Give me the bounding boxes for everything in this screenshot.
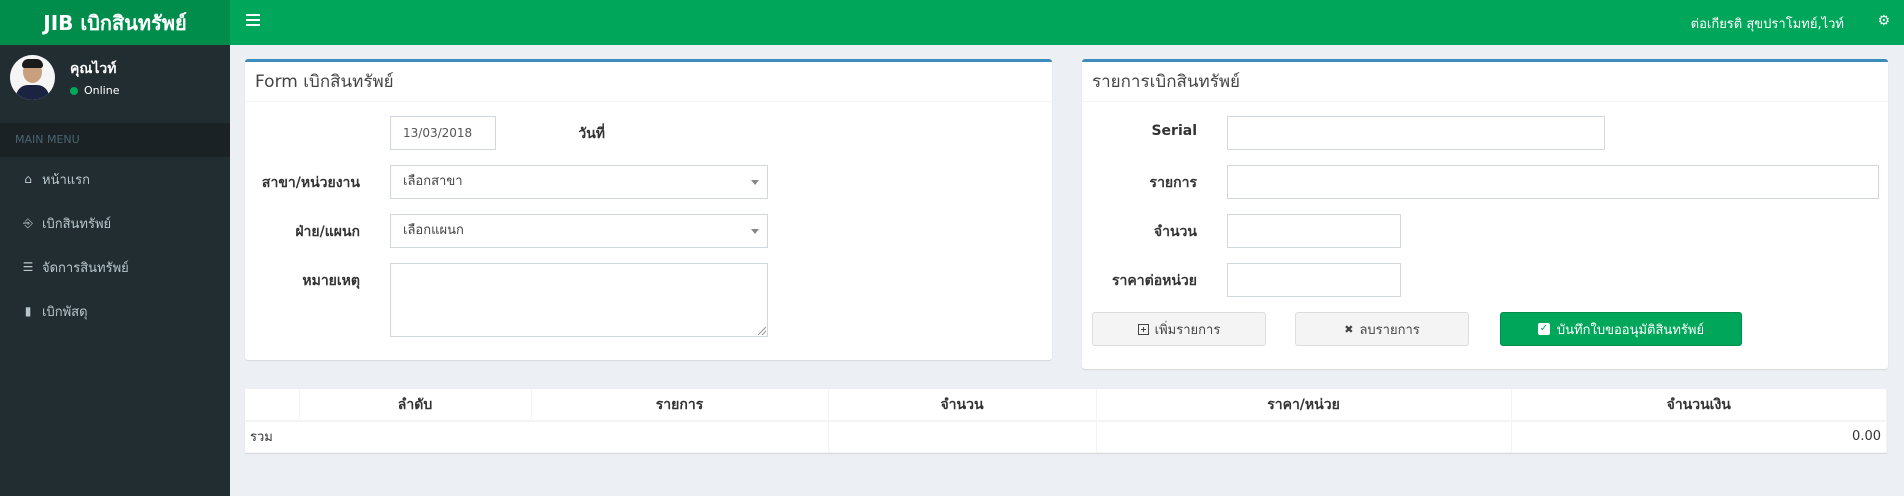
sidebar-item-supplies[interactable]: ▮ เบิกพัสดุ — [0, 289, 230, 333]
cogs-icon[interactable]: ⚙ — [1877, 11, 1890, 31]
dept-select[interactable]: เลือกแผนก — [390, 214, 768, 248]
table-header-row: ลำดับ รายการ จำนวน ราคา/หน่วย จำนวนเงิน — [245, 389, 1887, 422]
user-panel: คุณไวท์ Online — [0, 45, 230, 123]
times-icon: ✖ — [1344, 322, 1354, 336]
branch-selected-value: เลือกสาขา — [403, 174, 463, 189]
serial-label: Serial — [1151, 123, 1197, 139]
qty-label: จำนวน — [1153, 224, 1197, 240]
total-qty-cell — [828, 421, 1097, 453]
sidebar-item-label: เบิกสินทรัพย์ — [42, 216, 112, 232]
add-item-label: เพิ่มรายการ — [1154, 322, 1221, 338]
top-navbar: ต่อเกียรติ สุขปราโมทย์,ไวท์ ⚙ — [230, 0, 1904, 45]
item-field[interactable] — [1227, 165, 1879, 199]
app-logo[interactable]: JIB เบิกสินทรัพย์ — [0, 0, 230, 45]
price-label: ราคาต่อหน่วย — [1112, 273, 1197, 289]
items-panel-title: รายการเบิกสินทรัพย์ — [1082, 62, 1888, 102]
sidebar-item-asset-request[interactable]: ⎆ เบิกสินทรัพย์ — [0, 201, 230, 245]
save-request-label: บันทึกใบขออนุมัติสินทรัพย์ — [1556, 322, 1705, 338]
serial-field[interactable] — [1227, 116, 1605, 150]
add-item-button[interactable]: เพิ่มรายการ — [1092, 312, 1266, 346]
request-items-box: รายการเบิกสินทรัพย์ Serial รายการ จำนวน … — [1082, 59, 1888, 369]
column-header-unit-price: ราคา/หน่วย — [1096, 389, 1512, 422]
header-user-name[interactable]: ต่อเกียรติ สุขปราโมทย์,ไวท์ — [1691, 13, 1844, 34]
sidebar-item-asset-manage[interactable]: ☰ จัดการสินทรัพย์ — [0, 245, 230, 289]
sidebar-item-label: จัดการสินทรัพย์ — [42, 260, 129, 276]
branch-label: สาขา/หน่วยงาน — [261, 175, 360, 191]
note-textarea[interactable] — [390, 263, 768, 337]
column-header-no: ลำดับ — [299, 389, 532, 422]
total-label: รวม — [245, 421, 829, 453]
sidebar-user-name: คุณไวท์ — [70, 61, 117, 77]
sidebar-item-home[interactable]: ⌂ หน้าแรก — [0, 157, 230, 201]
database-icon: ☰ — [22, 260, 34, 274]
item-label: รายการ — [1149, 175, 1197, 191]
qty-field[interactable] — [1227, 214, 1401, 248]
app-title: JIB เบิกสินทรัพย์ — [43, 10, 187, 35]
sidebar: คุณไวท์ Online MAIN MENU ⌂ หน้าแรก ⎆ เบิ… — [0, 45, 230, 496]
home-icon: ⌂ — [24, 172, 32, 186]
column-header-qty: จำนวน — [828, 389, 1097, 422]
top-header: JIB เบิกสินทรัพย์ ต่อเกียรติ สุขปราโมทย์… — [0, 0, 1904, 45]
form-title: Form เบิกสินทรัพย์ — [245, 62, 1052, 102]
column-header-select — [245, 389, 300, 422]
total-amount: 0.00 — [1511, 421, 1887, 453]
sidebar-item-label: เบิกพัสดุ — [42, 304, 88, 320]
date-field[interactable] — [390, 116, 496, 150]
chevron-down-icon — [751, 229, 759, 234]
avatar — [10, 55, 55, 100]
user-status: Online — [70, 84, 119, 97]
remove-item-button[interactable]: ✖ ลบรายการ — [1295, 312, 1469, 346]
request-form-box: Form เบิกสินทรัพย์ วันที่ สาขา/หน่วยงาน … — [245, 59, 1052, 360]
note-label: หมายเหตุ — [302, 273, 360, 289]
save-request-button[interactable]: ✓ บันทึกใบขออนุมัติสินทรัพย์ — [1500, 312, 1742, 346]
plus-square-icon — [1137, 323, 1149, 335]
table-row: รวม 0.00 — [245, 421, 1887, 453]
items-table: ลำดับ รายการ จำนวน ราคา/หน่วย จำนวนเงิน … — [245, 389, 1887, 453]
remove-item-label: ลบรายการ — [1359, 322, 1420, 338]
column-header-item: รายการ — [531, 389, 829, 422]
menu-header: MAIN MENU — [0, 123, 230, 157]
user-status-label: Online — [84, 84, 120, 97]
unit-price-field[interactable] — [1227, 263, 1401, 297]
book-icon: ▮ — [24, 304, 32, 318]
resize-grip-icon[interactable] — [758, 327, 766, 335]
chevron-down-icon — [751, 180, 759, 185]
total-price-cell — [1096, 421, 1512, 453]
check-square-icon: ✓ — [1537, 323, 1550, 335]
online-status-icon — [70, 86, 78, 95]
cart-icon: ⎆ — [23, 215, 33, 230]
bars-icon[interactable] — [246, 13, 260, 27]
dept-selected-value: เลือกแผนก — [403, 223, 464, 238]
column-header-amount: จำนวนเงิน — [1511, 389, 1887, 422]
items-table-box: ลำดับ รายการ จำนวน ราคา/หน่วย จำนวนเงิน … — [245, 389, 1887, 453]
sidebar-item-label: หน้าแรก — [42, 172, 90, 188]
branch-select[interactable]: เลือกสาขา — [390, 165, 768, 199]
dept-label: ฝ่าย/แผนก — [295, 224, 360, 240]
